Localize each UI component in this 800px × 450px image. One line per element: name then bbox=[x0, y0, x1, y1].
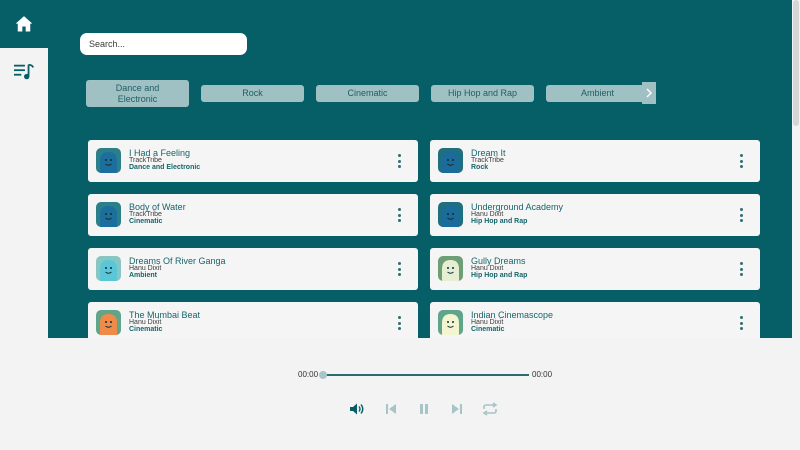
chevron-right-icon bbox=[646, 88, 652, 98]
track-genre: Hip Hop and Rap bbox=[471, 272, 528, 279]
track-card[interactable]: Gully Dreams Hanu Dixit Hip Hop and Rap bbox=[430, 248, 760, 290]
genre-scroll-next-button[interactable] bbox=[642, 82, 656, 104]
album-art bbox=[96, 256, 121, 281]
sidebar bbox=[0, 0, 48, 338]
track-card[interactable]: Dream It TrackTribe Rock bbox=[430, 140, 760, 182]
track-genre: Dance and Electronic bbox=[129, 164, 201, 171]
repeat-button[interactable] bbox=[481, 400, 499, 418]
track-artist: Hanu Dixit bbox=[471, 265, 504, 272]
playlist-button[interactable] bbox=[0, 48, 48, 96]
track-genre: Cinematic bbox=[129, 326, 163, 333]
album-art bbox=[96, 202, 121, 227]
kebab-menu-icon[interactable] bbox=[394, 154, 404, 168]
track-genre: Ambient bbox=[129, 272, 157, 279]
kebab-menu-icon[interactable] bbox=[394, 316, 404, 330]
previous-icon bbox=[386, 404, 396, 414]
album-art bbox=[96, 310, 121, 335]
kebab-menu-icon[interactable] bbox=[394, 262, 404, 276]
track-artist: Hanu Dixit bbox=[129, 265, 162, 272]
next-icon bbox=[452, 404, 462, 414]
track-genre: Cinematic bbox=[471, 326, 505, 333]
genre-chip[interactable]: Dance and Electronic bbox=[86, 80, 189, 107]
genre-chip[interactable]: Cinematic bbox=[316, 85, 419, 102]
track-artist: Hanu Dixit bbox=[129, 319, 162, 326]
track-artist: TrackTribe bbox=[129, 211, 162, 218]
genre-chip[interactable]: Hip Hop and Rap bbox=[431, 85, 534, 102]
home-icon bbox=[15, 16, 33, 32]
track-artist: TrackTribe bbox=[129, 157, 162, 164]
pause-icon bbox=[420, 404, 428, 414]
track-artist: TrackTribe bbox=[471, 157, 504, 164]
album-art bbox=[438, 310, 463, 335]
genre-chip[interactable]: Rock bbox=[201, 85, 304, 102]
track-card[interactable]: The Mumbai Beat Hanu Dixit Cinematic bbox=[88, 302, 418, 338]
kebab-menu-icon[interactable] bbox=[394, 208, 404, 222]
elapsed-time: 00:00 bbox=[298, 370, 319, 379]
genre-chip[interactable]: Ambient bbox=[546, 85, 649, 102]
kebab-menu-icon[interactable] bbox=[736, 154, 746, 168]
kebab-menu-icon[interactable] bbox=[736, 262, 746, 276]
album-art bbox=[438, 256, 463, 281]
kebab-menu-icon[interactable] bbox=[736, 208, 746, 222]
track-genre: Cinematic bbox=[129, 218, 163, 225]
track-card[interactable]: Underground Academy Hanu Dixit Hip Hop and… bbox=[430, 194, 760, 236]
album-art bbox=[96, 148, 121, 173]
search-input[interactable] bbox=[80, 33, 247, 55]
track-card[interactable]: Body of Water TrackTribe Cinematic bbox=[88, 194, 418, 236]
scrollbar-thumb[interactable] bbox=[793, 0, 799, 126]
progress-track[interactable] bbox=[323, 374, 529, 376]
track-genre: Hip Hop and Rap bbox=[471, 218, 528, 225]
volume-button[interactable] bbox=[348, 400, 366, 418]
track-artist: Hanu Dixit bbox=[471, 319, 504, 326]
progress-knob[interactable] bbox=[319, 371, 327, 379]
track-genre: Rock bbox=[471, 164, 489, 171]
next-button[interactable] bbox=[448, 400, 466, 418]
track-card[interactable]: Indian Cinemascope Hanu Dixit Cinematic bbox=[430, 302, 760, 338]
total-time: 00:00 bbox=[532, 370, 553, 379]
playlist-icon bbox=[14, 63, 34, 80]
volume-icon bbox=[350, 403, 364, 415]
previous-button[interactable] bbox=[382, 400, 400, 418]
repeat-icon bbox=[482, 402, 498, 416]
track-card[interactable]: Dreams Of River Ganga Hanu Dixit Ambient bbox=[88, 248, 418, 290]
main-panel: Dance and Electronic Rock Cinematic Hip Hop… bbox=[48, 0, 792, 338]
kebab-menu-icon[interactable] bbox=[736, 316, 746, 330]
album-art bbox=[438, 148, 463, 173]
track-card[interactable]: I Had a Feeling TrackTribe Dance and Elect… bbox=[88, 140, 418, 182]
pause-button[interactable] bbox=[415, 400, 433, 418]
track-artist: Hanu Dixit bbox=[471, 211, 504, 218]
home-button[interactable] bbox=[0, 0, 48, 48]
album-art bbox=[438, 202, 463, 227]
